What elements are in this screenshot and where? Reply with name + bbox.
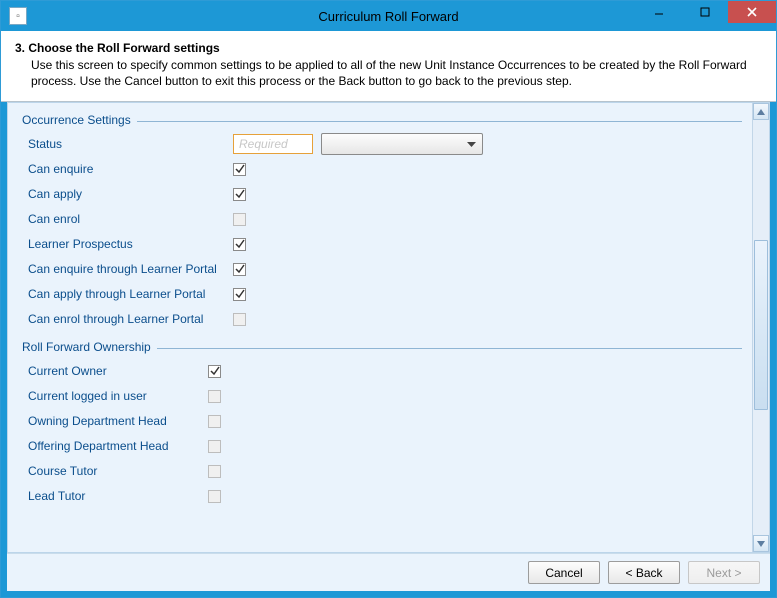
scroll-up-button[interactable] xyxy=(753,103,769,120)
row-course-tutor: Course Tutor xyxy=(28,459,736,483)
checkbox-offering-dept-head[interactable] xyxy=(208,440,221,453)
row-can-enquire: Can enquire xyxy=(28,157,736,181)
row-enrol-portal: Can enrol through Learner Portal xyxy=(28,307,736,331)
back-button[interactable]: < Back xyxy=(608,561,680,584)
checkbox-enrol-portal[interactable] xyxy=(233,313,246,326)
dialog-window: ▫ Curriculum Roll Forward 3. Choose the … xyxy=(0,0,777,598)
group-roll-forward-ownership: Roll Forward Ownership Current Owner Cur… xyxy=(22,348,742,511)
cancel-button[interactable]: Cancel xyxy=(528,561,600,584)
checkbox-apply-portal[interactable] xyxy=(233,288,246,301)
scroll-pane: Occurrence Settings Status Required Can … xyxy=(8,103,752,552)
titlebar: ▫ Curriculum Roll Forward xyxy=(1,1,776,31)
checkbox-enquire-portal[interactable] xyxy=(233,263,246,276)
row-current-owner: Current Owner xyxy=(28,359,736,383)
label: Can apply through Learner Portal xyxy=(28,287,233,301)
label: Current logged in user xyxy=(28,389,208,403)
row-enquire-portal: Can enquire through Learner Portal xyxy=(28,257,736,281)
checkbox-can-apply[interactable] xyxy=(233,188,246,201)
row-can-apply: Can apply xyxy=(28,182,736,206)
close-button[interactable] xyxy=(728,1,776,23)
wizard-header: 3. Choose the Roll Forward settings Use … xyxy=(1,31,776,102)
row-owning-dept-head: Owning Department Head xyxy=(28,409,736,433)
label: Lead Tutor xyxy=(28,489,208,503)
row-offering-dept-head: Offering Department Head xyxy=(28,434,736,458)
chevron-down-icon xyxy=(467,137,476,151)
next-button: Next > xyxy=(688,561,760,584)
content-area: Occurrence Settings Status Required Can … xyxy=(7,102,770,553)
minimize-button[interactable] xyxy=(636,1,682,23)
label: Can enquire through Learner Portal xyxy=(28,262,233,276)
group-legend: Occurrence Settings xyxy=(22,113,137,127)
row-status: Status Required xyxy=(28,132,736,156)
checkbox-course-tutor[interactable] xyxy=(208,465,221,478)
label: Current Owner xyxy=(28,364,208,378)
step-description: Use this screen to specify common settin… xyxy=(15,57,762,89)
checkbox-owning-dept-head[interactable] xyxy=(208,415,221,428)
label: Course Tutor xyxy=(28,464,208,478)
checkbox-current-owner[interactable] xyxy=(208,365,221,378)
checkbox-lead-tutor[interactable] xyxy=(208,490,221,503)
vertical-scrollbar[interactable] xyxy=(752,103,769,552)
step-title: 3. Choose the Roll Forward settings xyxy=(15,41,762,55)
label: Can enquire xyxy=(28,162,233,176)
row-learner-prospectus: Learner Prospectus xyxy=(28,232,736,256)
row-can-enrol: Can enrol xyxy=(28,207,736,231)
row-lead-tutor: Lead Tutor xyxy=(28,484,736,508)
row-apply-portal: Can apply through Learner Portal xyxy=(28,282,736,306)
label: Offering Department Head xyxy=(28,439,208,453)
checkbox-can-enquire[interactable] xyxy=(233,163,246,176)
checkbox-can-enrol[interactable] xyxy=(233,213,246,226)
wizard-footer: Cancel < Back Next > xyxy=(7,553,770,591)
status-required-input[interactable]: Required xyxy=(233,134,313,154)
status-dropdown[interactable] xyxy=(321,133,483,155)
maximize-button[interactable] xyxy=(682,1,728,23)
checkbox-current-user[interactable] xyxy=(208,390,221,403)
window-controls xyxy=(636,1,776,23)
label: Owning Department Head xyxy=(28,414,208,428)
checkbox-learner-prospectus[interactable] xyxy=(233,238,246,251)
label: Can enrol through Learner Portal xyxy=(28,312,233,326)
group-legend: Roll Forward Ownership xyxy=(22,340,157,354)
label: Learner Prospectus xyxy=(28,237,233,251)
scroll-track[interactable] xyxy=(753,120,769,535)
label-status: Status xyxy=(28,137,233,151)
group-occurrence-settings: Occurrence Settings Status Required Can … xyxy=(22,121,742,334)
label: Can apply xyxy=(28,187,233,201)
label: Can enrol xyxy=(28,212,233,226)
scroll-thumb[interactable] xyxy=(754,240,768,410)
row-current-user: Current logged in user xyxy=(28,384,736,408)
scroll-down-button[interactable] xyxy=(753,535,769,552)
